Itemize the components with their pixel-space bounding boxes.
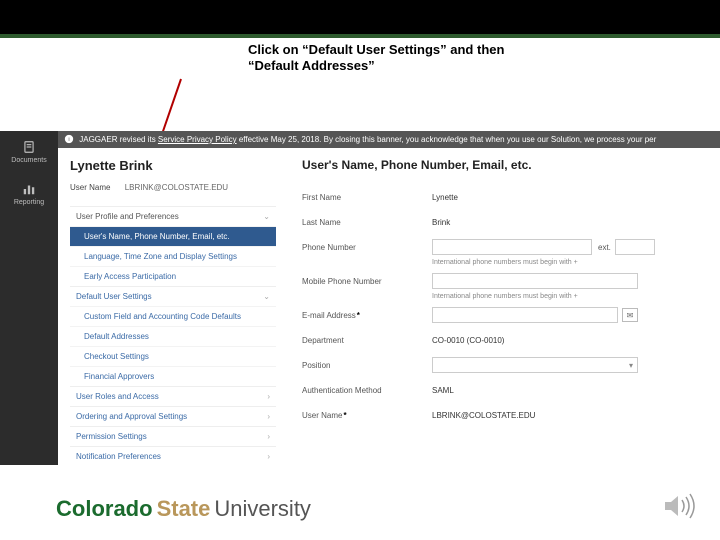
department-value: CO-0010 (CO-0010) — [432, 336, 714, 345]
position-label: Position — [302, 361, 432, 370]
row-mobile: Mobile Phone Number — [302, 272, 714, 290]
nav-reporting-label: Reporting — [14, 199, 44, 206]
ext-input[interactable] — [615, 239, 655, 255]
chevron-down-icon: ⌄ — [263, 212, 270, 221]
menu-section-permission[interactable]: Permission Settings › — [70, 426, 276, 446]
menu-section-profile[interactable]: User Profile and Preferences ⌄ — [70, 206, 276, 226]
mobile-hint: International phone numbers must begin w… — [432, 293, 714, 300]
instruction-text: Click on “Default User Settings” and the… — [248, 42, 508, 75]
mobile-label: Mobile Phone Number — [302, 277, 432, 286]
nav-reporting[interactable]: Reporting — [0, 173, 58, 215]
menu-section-roles-label: User Roles and Access — [76, 392, 159, 401]
app-screenshot: Documents Reporting i JAGGAER revised it… — [0, 131, 720, 465]
settings-menu: User Profile and Preferences ⌄ User's Nam… — [70, 206, 276, 466]
auth-value: SAML — [432, 386, 714, 395]
document-icon — [22, 140, 36, 154]
menu-item-default-addresses[interactable]: Default Addresses — [70, 326, 276, 346]
menu-section-default-user[interactable]: Default User Settings ⌄ — [70, 286, 276, 306]
profile-name: Lynette Brink — [70, 158, 276, 173]
chevron-right-icon: › — [267, 452, 270, 461]
email-label: E-mail Address* — [302, 311, 432, 320]
email-icon[interactable]: ✉ — [622, 308, 638, 322]
row-auth: Authentication Method SAML — [302, 381, 714, 399]
row-first-name: First Name Lynette — [302, 188, 714, 206]
department-label: Department — [302, 336, 432, 345]
username-row: User Name LBRINK@COLOSTATE.EDU — [70, 183, 276, 192]
right-column: User's Name, Phone Number, Email, etc. F… — [286, 148, 720, 431]
ext-label: ext. — [598, 243, 611, 252]
form-username-value: LBRINK@COLOSTATE.EDU — [432, 411, 714, 420]
first-name-value: Lynette — [432, 193, 714, 202]
row-position: Position ▾ — [302, 356, 714, 374]
phone-input[interactable] — [432, 239, 592, 255]
auth-label: Authentication Method — [302, 386, 432, 395]
csu-logo: Colorado State University — [56, 496, 311, 522]
logo-colorado: Colorado — [56, 496, 153, 521]
menu-section-ordering[interactable]: Ordering and Approval Settings › — [70, 406, 276, 426]
form-title: User's Name, Phone Number, Email, etc. — [302, 158, 714, 172]
menu-section-notification-label: Notification Preferences — [76, 452, 161, 461]
form-username-label: User Name* — [302, 411, 432, 420]
menu-section-permission-label: Permission Settings — [76, 432, 147, 441]
row-department: Department CO-0010 (CO-0010) — [302, 331, 714, 349]
position-select[interactable]: ▾ — [432, 357, 638, 373]
footer: Colorado State University — [0, 468, 720, 540]
left-column: Lynette Brink User Name LBRINK@COLOSTATE… — [58, 148, 286, 466]
chevron-right-icon: › — [267, 392, 270, 401]
mobile-input[interactable] — [432, 273, 638, 289]
menu-section-profile-label: User Profile and Preferences — [76, 212, 179, 221]
row-email: E-mail Address* ✉ — [302, 306, 714, 324]
menu-item-language[interactable]: Language, Time Zone and Display Settings — [70, 246, 276, 266]
chart-icon — [22, 182, 36, 196]
speaker-icon[interactable] — [662, 491, 698, 526]
info-icon: i — [64, 134, 74, 144]
username-label: User Name — [70, 183, 110, 192]
row-username: User Name* LBRINK@COLOSTATE.EDU — [302, 406, 714, 424]
chevron-right-icon: › — [267, 412, 270, 421]
last-name-value: Brink — [432, 218, 714, 227]
menu-section-ordering-label: Ordering and Approval Settings — [76, 412, 187, 421]
menu-section-roles[interactable]: User Roles and Access › — [70, 386, 276, 406]
logo-university: University — [214, 496, 311, 521]
row-last-name: Last Name Brink — [302, 213, 714, 231]
nav-documents-label: Documents — [11, 157, 46, 164]
menu-item-financial-approvers[interactable]: Financial Approvers — [70, 366, 276, 386]
chevron-down-icon: ⌄ — [263, 292, 270, 301]
side-nav: Documents Reporting — [0, 131, 58, 465]
banner-prefix: JAGGAER revised its — [79, 135, 158, 144]
logo-state: State — [157, 496, 211, 521]
menu-item-checkout[interactable]: Checkout Settings — [70, 346, 276, 366]
phone-hint: International phone numbers must begin w… — [432, 259, 714, 266]
phone-label: Phone Number — [302, 243, 432, 252]
chevron-right-icon: › — [267, 432, 270, 441]
last-name-label: Last Name — [302, 218, 432, 227]
title-bar — [0, 0, 720, 38]
svg-text:i: i — [68, 137, 69, 143]
nav-documents[interactable]: Documents — [0, 131, 58, 173]
menu-section-default-user-label: Default User Settings — [76, 292, 152, 301]
menu-item-custom-field[interactable]: Custom Field and Accounting Code Default… — [70, 306, 276, 326]
first-name-label: First Name — [302, 193, 432, 202]
privacy-banner[interactable]: i JAGGAER revised its Service Privacy Po… — [58, 131, 720, 148]
username-value: LBRINK@COLOSTATE.EDU — [125, 183, 228, 192]
banner-suffix: effective May 25, 2018. By closing this … — [237, 135, 657, 144]
menu-item-early-access[interactable]: Early Access Participation — [70, 266, 276, 286]
row-phone: Phone Number ext. — [302, 238, 714, 256]
menu-section-notification[interactable]: Notification Preferences › — [70, 446, 276, 466]
email-input[interactable] — [432, 307, 618, 323]
banner-link[interactable]: Service Privacy Policy — [158, 135, 237, 144]
menu-item-name-phone[interactable]: User's Name, Phone Number, Email, etc. — [70, 226, 276, 246]
